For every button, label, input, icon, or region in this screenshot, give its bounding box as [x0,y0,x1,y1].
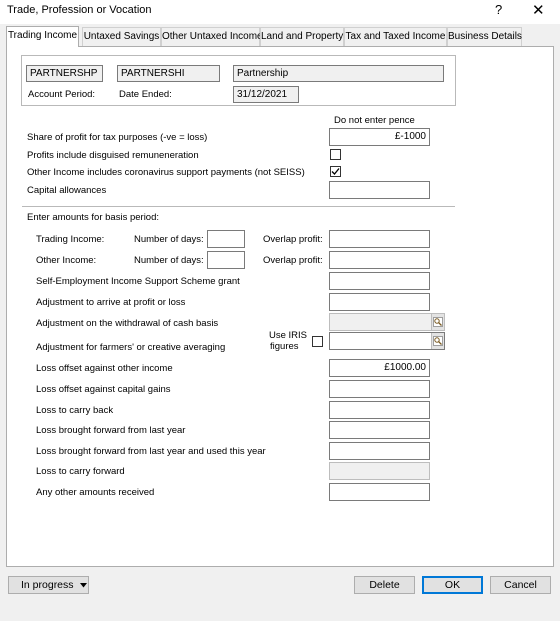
tab-untaxed-savings[interactable]: Untaxed Savings [82,27,161,46]
share-profit-label: Share of profit for tax purposes (-ve = … [27,132,208,143]
ok-button[interactable]: OK [422,576,483,594]
adjust-profit-input[interactable] [329,293,430,311]
no-pence-note: Do not enter pence [334,115,415,126]
status-dropdown[interactable]: In progress [8,576,89,594]
loss-other-income-input[interactable]: £1000.00 [329,359,430,377]
loss-capital-gains-label: Loss offset against capital gains [36,384,171,395]
cash-basis-lookup-button[interactable] [431,314,444,330]
account-period-label: Account Period: [28,89,96,100]
tab-tax-and-taxed-income[interactable]: Tax and Taxed Income [344,27,447,46]
loss-brought-forward-input[interactable] [329,421,430,439]
close-button[interactable]: ✕ [532,1,545,19]
magnifier-icon [433,317,443,327]
adjust-averaging-input[interactable] [329,332,445,350]
other-days-input[interactable] [207,251,245,269]
trading-days-label: Number of days: [134,234,204,245]
other-amounts-input[interactable] [329,483,430,501]
adjust-averaging-label: Adjustment for farmers' or creative aver… [36,342,226,353]
trading-overlap-label: Overlap profit: [263,234,323,245]
adjust-cash-basis-label: Adjustment on the withdrawal of cash bas… [36,318,219,329]
loss-bf-used-input[interactable] [329,442,430,460]
loss-other-income-label: Loss offset against other income [36,363,173,374]
seiss-grant-input[interactable] [329,272,430,290]
other-amounts-label: Any other amounts received [36,487,155,498]
client-code-field: PARTNERSHP [26,65,103,82]
trading-overlap-input[interactable] [329,230,430,248]
tab-other-untaxed-income[interactable]: Other Untaxed Income [161,27,263,46]
capital-allowances-input[interactable] [329,181,430,199]
loss-carry-back-label: Loss to carry back [36,405,114,416]
use-iris-figures-checkbox[interactable] [312,336,323,347]
trading-income-label: Trading Income: [36,234,105,245]
other-days-label: Number of days: [134,255,204,266]
section-divider [22,206,455,207]
cancel-button[interactable]: Cancel [490,576,551,594]
delete-button[interactable]: Delete [354,576,415,594]
date-ended-label: Date Ended: [119,89,172,100]
checkmark-icon [331,168,340,175]
other-income-label: Other Income: [36,255,97,266]
capital-allowances-label: Capital allowances [27,185,107,196]
coronavirus-support-checkbox[interactable] [330,166,341,177]
other-overlap-label: Overlap profit: [263,255,323,266]
other-overlap-input[interactable] [329,251,430,269]
share-profit-input[interactable]: £-1000 [329,128,430,146]
status-label: In progress [21,579,74,591]
coronavirus-support-label: Other Income includes coronavirus suppor… [27,167,305,178]
triangle-down-icon [80,583,87,588]
seiss-grant-label: Self-Employment Income Support Scheme gr… [36,276,240,287]
business-name-field: Partnership [233,65,444,82]
loss-brought-forward-label: Loss brought forward from last year [36,425,186,436]
help-button[interactable]: ? [495,2,502,17]
date-ended-field: 31/12/2021 [233,86,299,103]
loss-carry-back-input[interactable] [329,401,430,419]
adjust-cash-basis-input [329,313,445,331]
tab-land-and-property[interactable]: Land and Property [260,27,344,46]
adjust-profit-label: Adjustment to arrive at profit or loss [36,297,186,308]
basis-period-heading: Enter amounts for basis period: [27,212,160,223]
loss-carry-forward-label: Loss to carry forward [36,466,125,477]
loss-capital-gains-input[interactable] [329,380,430,398]
magnifier-icon [433,336,443,346]
use-iris-figures-label: figures [270,341,299,352]
averaging-lookup-button[interactable] [431,333,444,349]
disguised-remuneration-label: Profits include disguised remuneneration [27,150,199,161]
disguised-remuneration-checkbox[interactable] [330,149,341,160]
trading-days-input[interactable] [207,230,245,248]
loss-bf-used-label: Loss brought forward from last year and … [36,446,266,457]
window-title: Trade, Profession or Vocation [7,4,152,16]
client-short-name-field: PARTNERSHI [117,65,220,82]
tab-trading-income[interactable]: Trading Income [6,26,79,47]
tab-business-details[interactable]: Business Details [447,27,522,46]
loss-carry-forward-input [329,462,430,480]
